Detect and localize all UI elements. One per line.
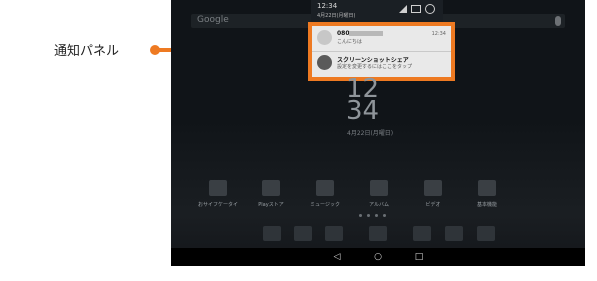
tv-icon[interactable] bbox=[445, 226, 463, 241]
page-dot bbox=[375, 214, 378, 217]
app-label: おサイフケータイ bbox=[197, 202, 238, 208]
wallet-icon bbox=[209, 180, 227, 196]
tablet-screen: Google 12:34 4月22日(月曜日) 080 こんにちは 12:34 … bbox=[171, 0, 585, 266]
notification-time: 12:34 bbox=[431, 31, 446, 37]
page-dot bbox=[359, 214, 362, 217]
navigation-bar: ◁ ○ □ bbox=[171, 248, 585, 266]
status-time: 12:34 bbox=[317, 2, 338, 10]
app-label: アルバム bbox=[369, 202, 389, 208]
settings-icon[interactable] bbox=[425, 4, 435, 14]
store-icon bbox=[262, 180, 280, 196]
page-indicator bbox=[359, 214, 386, 217]
back-icon[interactable]: ◁ bbox=[331, 251, 343, 263]
album-icon bbox=[370, 180, 388, 196]
notification-item[interactable]: 080 こんにちは 12:34 bbox=[312, 27, 451, 52]
app-play-store[interactable]: Playストア bbox=[245, 180, 297, 208]
dock bbox=[171, 226, 585, 246]
app-wallet[interactable]: おサイフケータイ bbox=[192, 180, 244, 208]
status-date: 4月22日(月曜日) bbox=[317, 13, 356, 19]
app-label: ビデオ bbox=[425, 202, 441, 208]
app-label: 基本機能 bbox=[476, 202, 497, 208]
search-placeholder: Google bbox=[197, 15, 229, 25]
app-drawer-icon[interactable] bbox=[369, 226, 387, 241]
clock-minute: 34 bbox=[346, 96, 380, 126]
app-album[interactable]: アルバム bbox=[353, 180, 405, 208]
app-label: Playストア bbox=[258, 202, 284, 208]
battery-icon bbox=[411, 5, 421, 13]
person-icon bbox=[317, 30, 332, 45]
page-dot bbox=[367, 214, 370, 217]
screenshot-share-icon bbox=[317, 55, 332, 70]
recent-apps-icon[interactable]: □ bbox=[413, 251, 425, 263]
notification-item[interactable]: スクリーンショットシェア 設定を変更するにはここをタップ bbox=[312, 52, 451, 75]
bookmark-icon[interactable] bbox=[413, 226, 431, 241]
notification-subtitle: 設定を変更するにはここをタップ bbox=[337, 64, 413, 70]
app-basic-functions[interactable]: 基本機能 bbox=[461, 180, 513, 208]
home-icon[interactable]: ○ bbox=[372, 251, 384, 263]
camera-icon[interactable] bbox=[477, 226, 495, 241]
tools-icon bbox=[478, 180, 496, 196]
redacted-name-bar bbox=[349, 31, 383, 36]
notification-panel: 080 こんにちは 12:34 スクリーンショットシェア 設定を変更するにはここ… bbox=[308, 22, 455, 81]
page-dot bbox=[383, 214, 386, 217]
microphone-icon[interactable] bbox=[555, 16, 561, 26]
app-music[interactable]: ミュージック bbox=[299, 180, 351, 208]
callout-label: 通知パネル bbox=[54, 44, 120, 59]
browser-icon[interactable] bbox=[263, 226, 281, 241]
video-icon bbox=[424, 180, 442, 196]
app-row: おサイフケータイ Playストア ミュージック アルバム ビデオ 基本機能 bbox=[171, 180, 585, 218]
app-video[interactable]: ビデオ bbox=[407, 180, 459, 208]
notification-subtitle: こんにちは bbox=[337, 39, 363, 45]
status-icons bbox=[399, 4, 435, 14]
mail-icon[interactable] bbox=[294, 226, 312, 241]
clock-date: 4月22日(月曜日) bbox=[347, 130, 394, 137]
notification-title: 080 bbox=[337, 30, 350, 37]
signal-icon bbox=[399, 5, 407, 13]
app-label: ミュージック bbox=[310, 202, 340, 208]
status-bar[interactable]: 12:34 4月22日(月曜日) bbox=[311, 0, 443, 22]
music-icon bbox=[316, 180, 334, 196]
contacts-icon[interactable] bbox=[325, 226, 343, 241]
